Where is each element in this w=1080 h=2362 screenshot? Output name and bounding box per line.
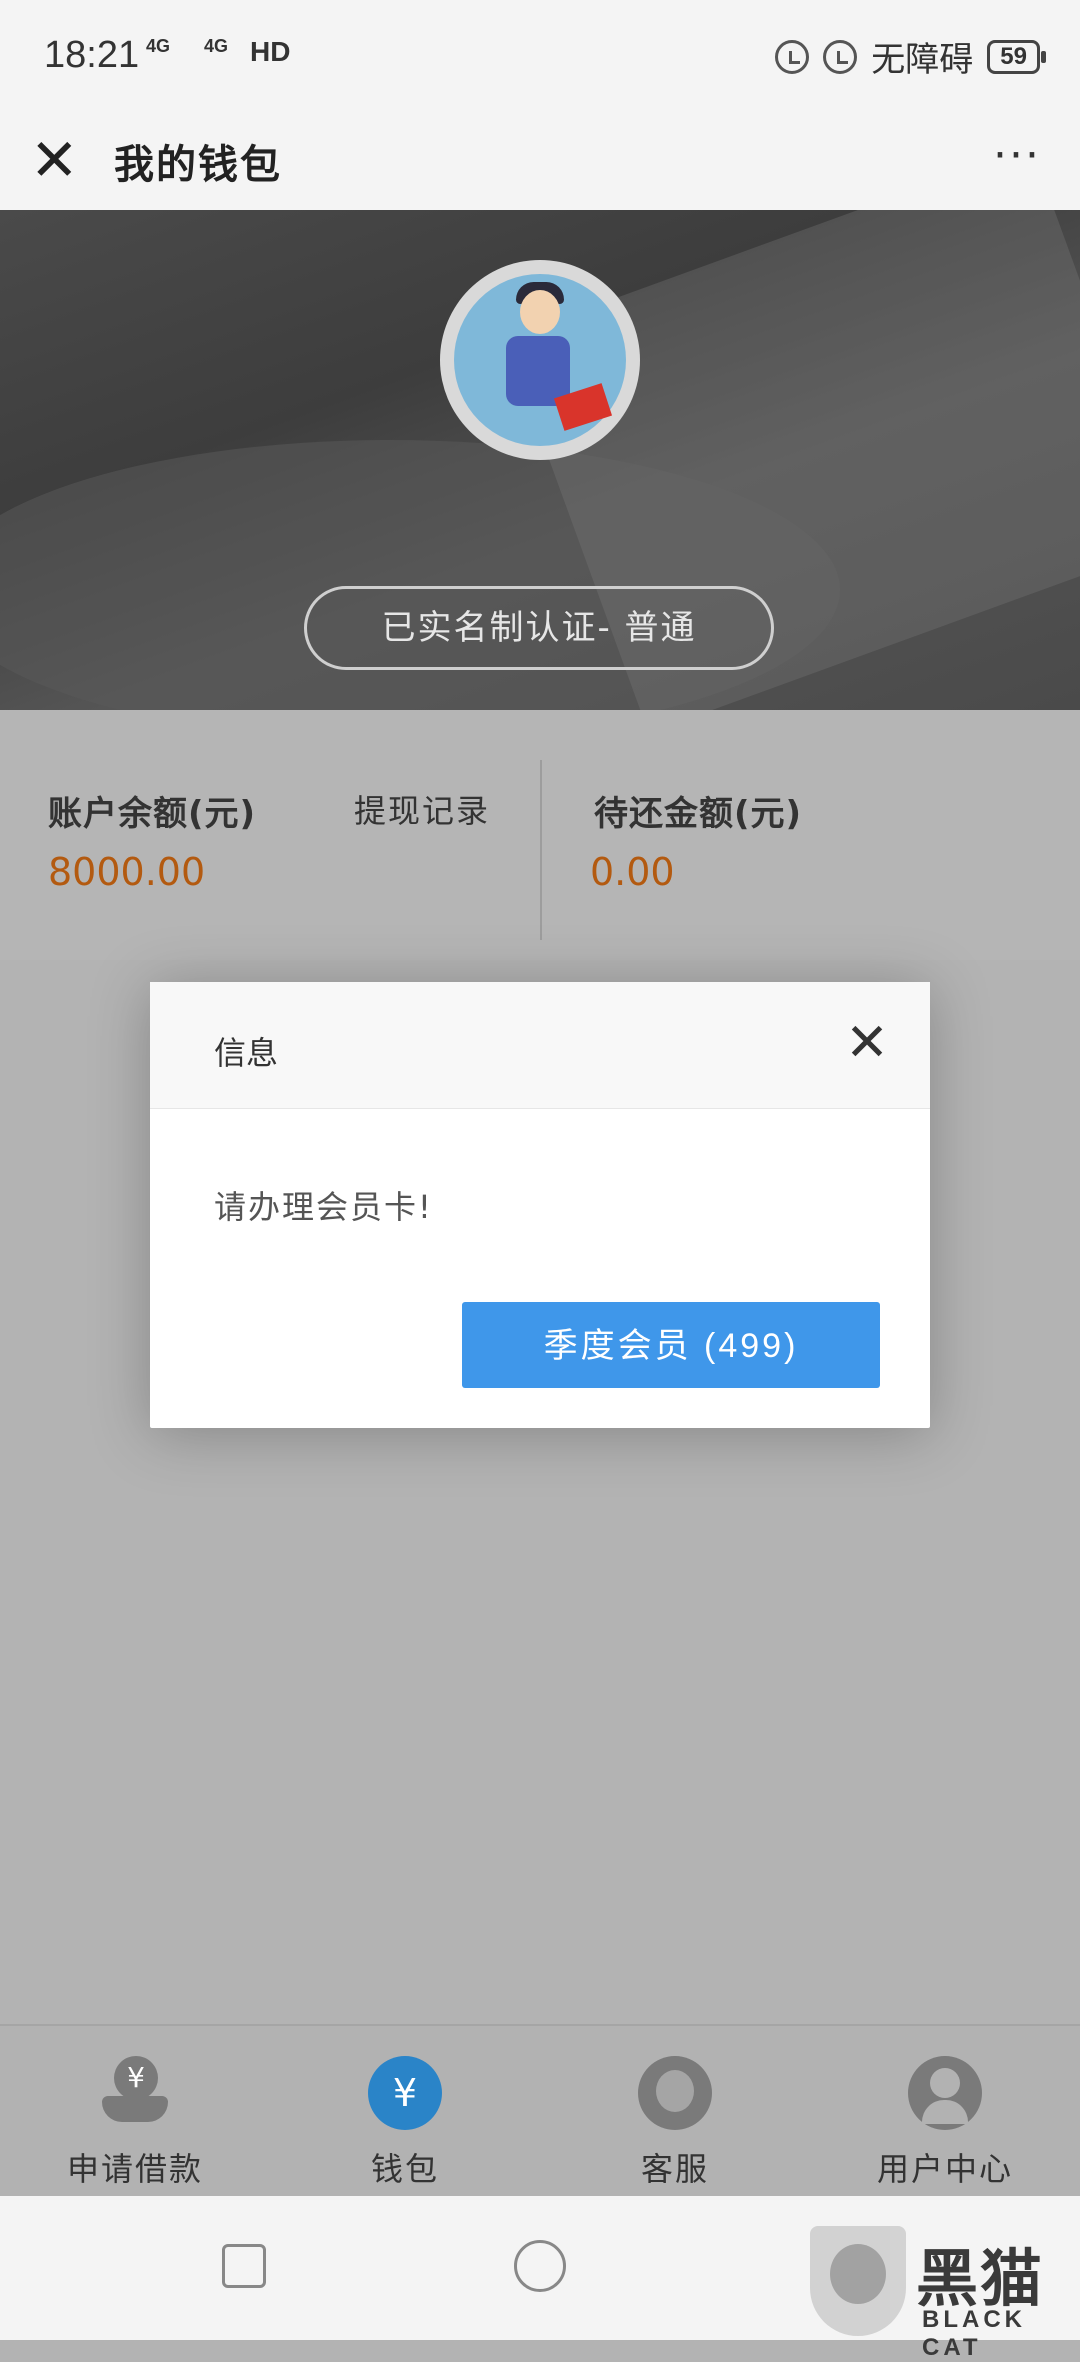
avatar-head (520, 290, 560, 334)
due-amount-label: 待还金额(元) (594, 794, 803, 834)
dialog-close-icon[interactable]: ✕ (834, 1010, 900, 1076)
watermark-text-en: BLACK CAT (922, 2306, 1026, 2361)
dialog-message: 请办理会员卡! (214, 1188, 433, 1226)
coin-shape: ¥ (114, 2056, 158, 2100)
loan-icon: ¥ (98, 2056, 172, 2130)
dialog-title: 信息 (214, 1034, 279, 1072)
page-title: 我的钱包 (114, 142, 282, 188)
dialog-header: 信息 ✕ (150, 982, 930, 1109)
quarterly-membership-button[interactable]: 季度会员 (499) (462, 1302, 880, 1388)
title-bar: ✕ 我的钱包 ··· (0, 110, 1080, 210)
profile-banner: 已实名制认证- 普通 (0, 210, 1080, 710)
watermark-text: 黑猫 (916, 2242, 1045, 2315)
info-dialog: 信息 ✕ 请办理会员卡! 季度会员 (499) (150, 982, 930, 1428)
tab-apply-loan[interactable]: ¥ 申请借款 (0, 2026, 270, 2198)
wallet-icon: ¥ (368, 2056, 442, 2130)
close-icon[interactable]: ✕ (30, 124, 79, 196)
user-icon (908, 2056, 982, 2130)
signal-4g-1: 4G (146, 36, 171, 56)
balance-value: 8000.00 (48, 850, 206, 894)
tab-label: 申请借款 (66, 2150, 203, 2188)
accessibility-label: 无障碍 (871, 40, 974, 80)
wallet-stats: 账户余额(元) 8000.00 提现记录 待还金额(元) 0.00 (0, 710, 1080, 960)
tab-wallet[interactable]: ¥ 钱包 (270, 2026, 540, 2198)
recent-apps-button[interactable] (222, 2244, 266, 2288)
signal-4g-2: 4G (204, 36, 229, 56)
status-time: 18:21 (44, 34, 140, 76)
battery-indicator: 59 (987, 39, 1046, 74)
hand-shape (102, 2096, 168, 2122)
customer-service-icon (638, 2056, 712, 2130)
status-bar: 18:21 4G 4G HD 无障碍 59 (0, 0, 1080, 110)
home-button[interactable] (514, 2240, 566, 2292)
face-shape (930, 2068, 960, 2098)
balance-label: 账户余额(元) (48, 794, 257, 834)
tab-user-center[interactable]: 用户中心 (810, 2026, 1080, 2198)
due-amount-value: 0.00 (590, 850, 675, 894)
tab-label: 钱包 (370, 2150, 439, 2188)
stats-divider (540, 760, 542, 940)
verification-badge: 已实名制认证- 普通 (304, 586, 774, 670)
tab-customer-service[interactable]: 客服 (540, 2026, 810, 2198)
withdraw-records-link[interactable]: 提现记录 (354, 786, 490, 832)
more-icon[interactable]: ··· (982, 126, 1052, 186)
status-right: 无障碍 59 (775, 32, 1046, 81)
body-shape (922, 2100, 968, 2124)
tab-label: 客服 (640, 2150, 709, 2188)
avatar[interactable] (440, 260, 640, 460)
watermark-logo-icon (810, 2226, 906, 2336)
bottom-tab-bar: ¥ 申请借款 ¥ 钱包 客服 用户中心 (0, 2024, 1080, 2198)
face-shape (656, 2070, 694, 2112)
alarm-icon (823, 39, 858, 74)
hd-indicator: HD (250, 36, 291, 67)
lock-rotation-icon (775, 39, 810, 74)
tab-label: 用户中心 (876, 2150, 1013, 2188)
